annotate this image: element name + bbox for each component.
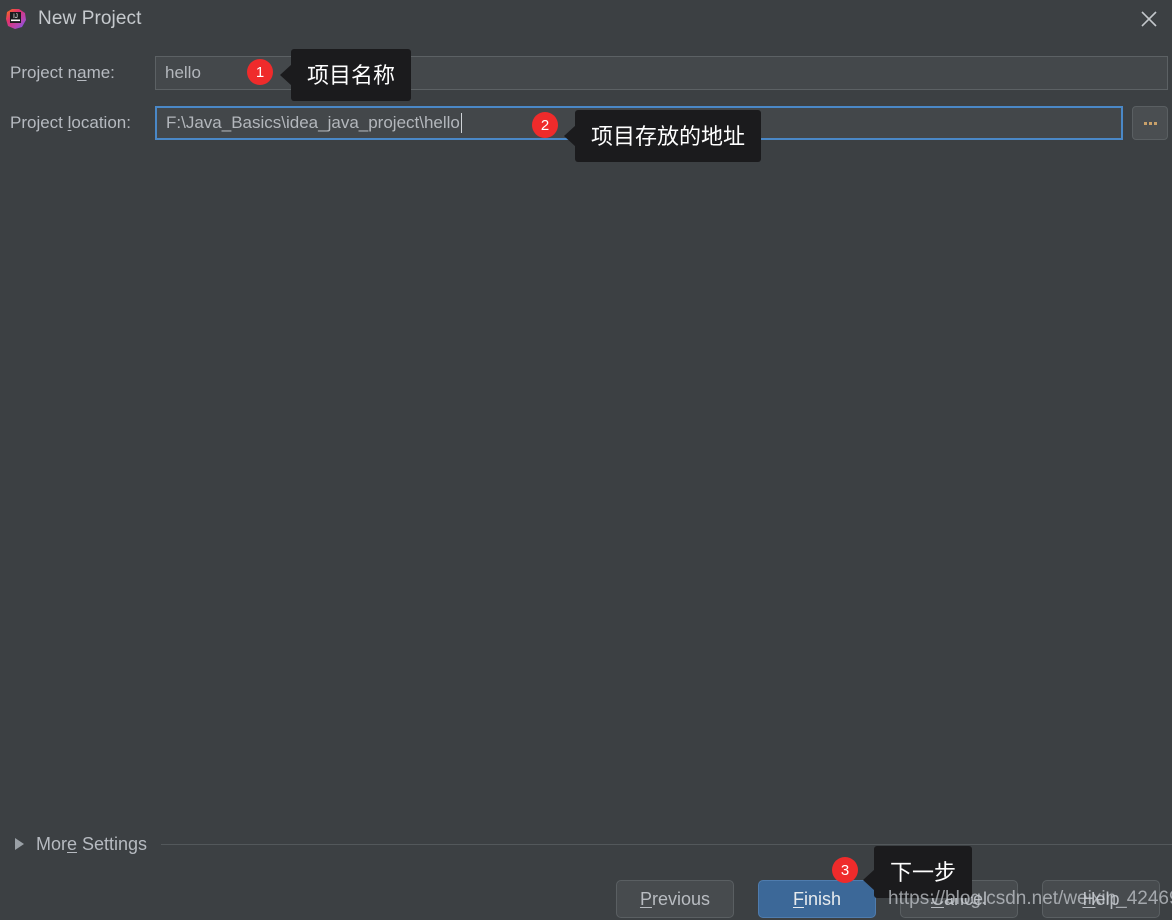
more-settings-section[interactable]: More Settings <box>0 830 1172 858</box>
callout-badge-2: 2 <box>532 112 558 138</box>
project-name-label: Project name: <box>10 63 115 82</box>
text-caret <box>460 113 462 133</box>
title-bar: IJ New Project <box>0 0 1172 38</box>
more-settings-label: More Settings <box>36 833 148 854</box>
window-title: New Project <box>38 8 142 29</box>
callout-badge-3: 3 <box>832 857 858 883</box>
callout-tooltip-2: 项目存放的地址 <box>575 110 762 162</box>
browse-folder-button[interactable] <box>1132 106 1168 140</box>
project-location-value: F:\Java_Basics\idea_java_project\hello <box>166 113 460 132</box>
callout-tooltip-3: 下一步 <box>874 846 973 898</box>
dialog-button-bar: Previous Finish Cancel Help <box>0 878 1172 920</box>
callout-tooltip-1: 项目名称 <box>291 49 412 101</box>
project-location-label: Project location: <box>10 113 131 132</box>
ellipsis-icon <box>1143 121 1147 125</box>
intellij-idea-logo-icon: IJ <box>5 8 27 30</box>
finish-button[interactable]: Finish <box>758 880 876 918</box>
ellipsis-icon <box>1153 121 1157 125</box>
section-divider <box>161 843 1172 845</box>
previous-button[interactable]: Previous <box>616 880 734 918</box>
chevron-right-icon[interactable] <box>15 838 24 850</box>
close-icon[interactable] <box>1126 0 1172 38</box>
callout-badge-1: 1 <box>247 59 273 85</box>
project-name-row: Project name: hello <box>0 54 1172 92</box>
svg-text:IJ: IJ <box>13 14 18 20</box>
help-button[interactable]: Help <box>1042 880 1160 918</box>
ellipsis-icon <box>1148 121 1152 125</box>
